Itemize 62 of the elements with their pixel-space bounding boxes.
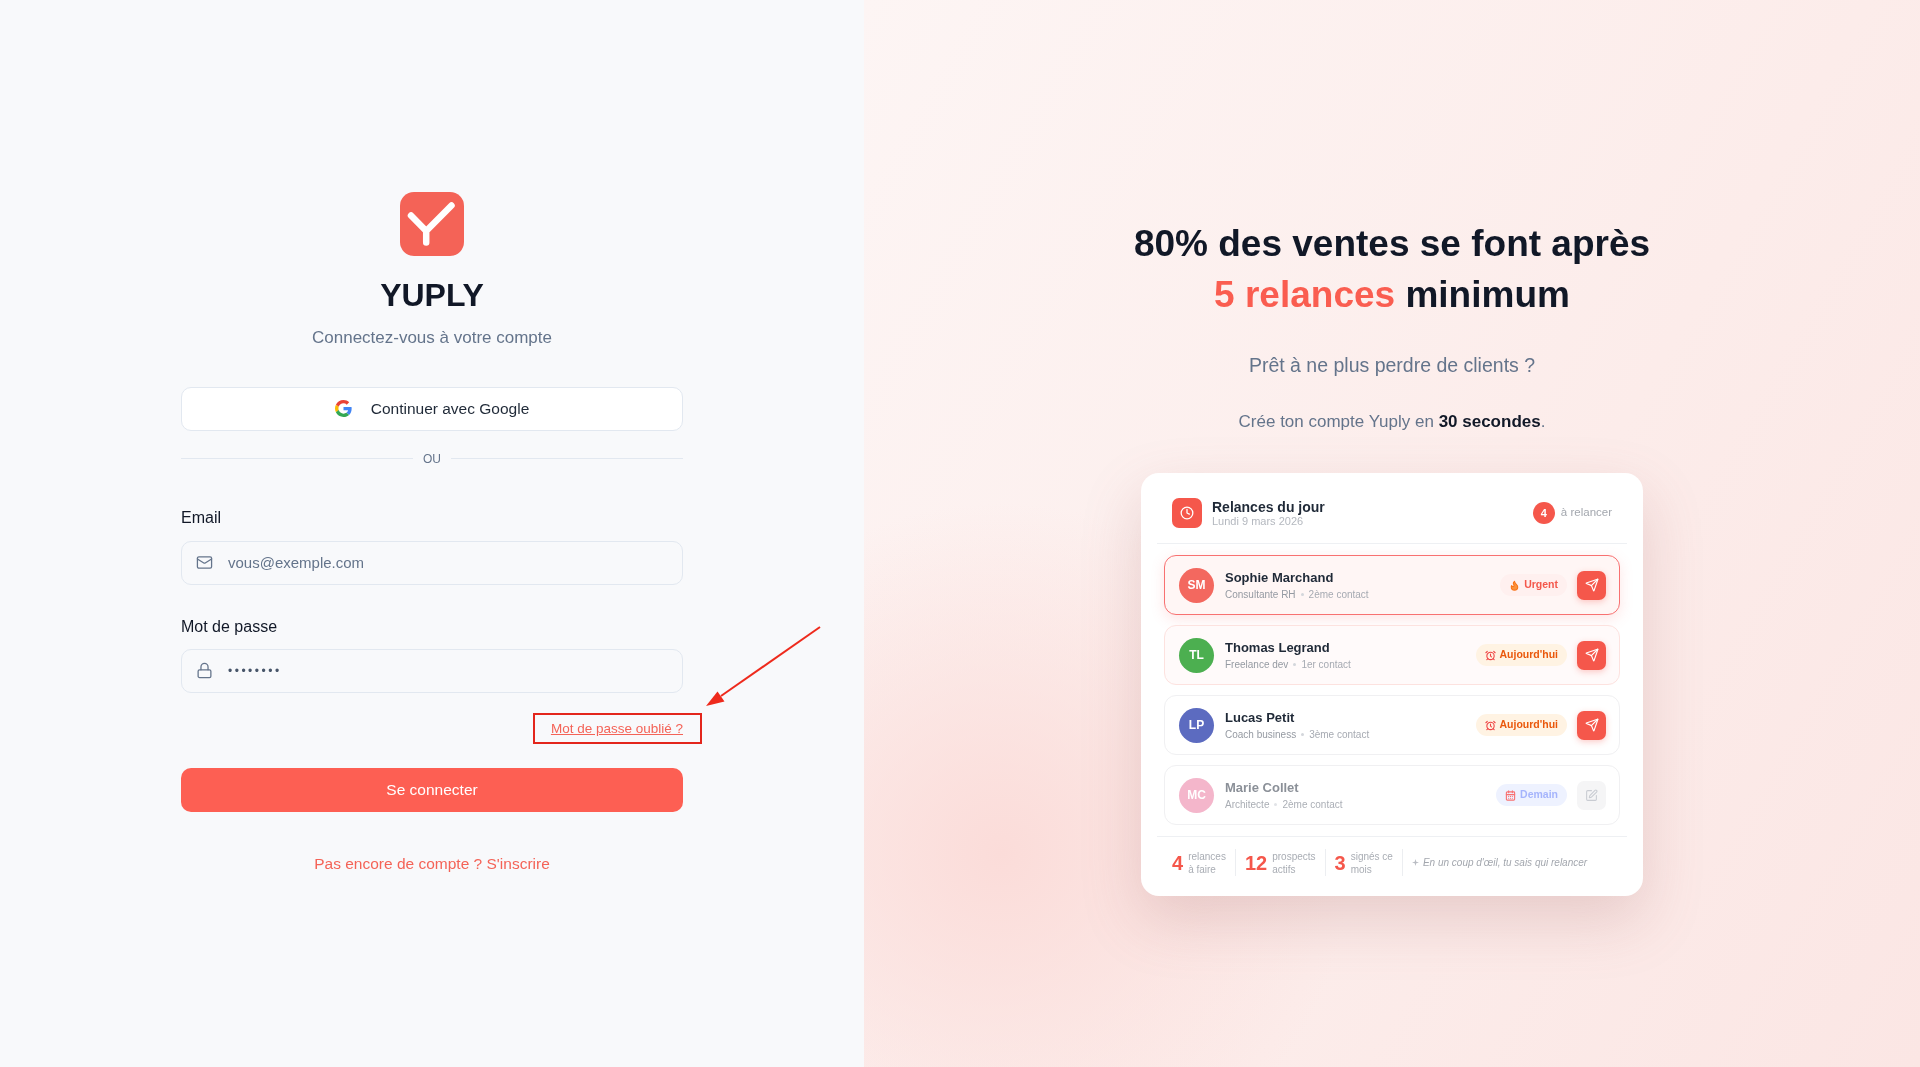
contact-role: Coach business bbox=[1225, 727, 1297, 741]
contact-step: 3ème contact bbox=[1309, 727, 1370, 741]
tag-label: Demain bbox=[1520, 787, 1558, 803]
avatar: TL bbox=[1179, 637, 1214, 673]
send-button[interactable] bbox=[1577, 710, 1606, 740]
count-badge: 4 bbox=[1532, 502, 1555, 524]
stat-value: 12 bbox=[1244, 852, 1268, 873]
contact-step: 2ème contact bbox=[1282, 797, 1343, 811]
flame-icon bbox=[1509, 579, 1521, 591]
divider-label: OU bbox=[423, 450, 441, 468]
tag-label: Aujourd'hui bbox=[1499, 647, 1558, 663]
mail-icon bbox=[196, 553, 213, 571]
avatar: MC bbox=[1179, 777, 1214, 813]
google-button[interactable]: Continuer avec Google bbox=[181, 386, 683, 431]
email-field[interactable]: vous@exemple.com bbox=[181, 540, 683, 585]
card-date: Lundi 9 mars 2026 bbox=[1212, 514, 1304, 528]
alarm-clock-icon bbox=[1484, 719, 1496, 731]
question: Prêt à ne plus perdre de clients ? bbox=[1248, 353, 1536, 378]
contact-name: Lucas Petit bbox=[1225, 709, 1296, 726]
edit-icon bbox=[1585, 788, 1598, 802]
avatar: SM bbox=[1179, 567, 1214, 603]
stat-label: signés ce mois bbox=[1350, 849, 1393, 876]
contact-step: 2ème contact bbox=[1308, 587, 1369, 601]
tagline: Crée ton compte Yuply en 30 secondes. bbox=[1238, 411, 1546, 433]
alarm-clock-icon bbox=[1484, 649, 1496, 661]
clock-icon bbox=[1172, 498, 1202, 528]
sparkle-icon bbox=[1411, 859, 1419, 866]
logo-icon bbox=[400, 191, 464, 256]
login-button[interactable]: Se connecter bbox=[181, 767, 683, 812]
contact-role: Freelance dev bbox=[1225, 657, 1289, 671]
headline: 80% des ventes se font après 5 relances minimum bbox=[1133, 222, 1651, 317]
card-note: En un coup d'œil, tu sais qui relancer bbox=[1422, 856, 1588, 870]
send-icon bbox=[1584, 578, 1599, 592]
send-icon bbox=[1584, 718, 1599, 732]
lock-icon bbox=[196, 661, 213, 679]
email-label: Email bbox=[181, 507, 222, 528]
avatar: LP bbox=[1179, 707, 1214, 743]
password-label: Mot de passe bbox=[181, 616, 279, 637]
tag-label: Urgent bbox=[1524, 577, 1558, 593]
forgot-password-link[interactable]: Mot de passe oublié ? bbox=[550, 718, 683, 739]
stat-label: prospects actifs bbox=[1272, 849, 1316, 876]
stat-label: relances à faire bbox=[1188, 849, 1226, 876]
stat-value: 3 bbox=[1334, 852, 1346, 873]
contact-role: Consultante RH bbox=[1225, 587, 1296, 601]
stat-value: 4 bbox=[1172, 852, 1184, 873]
contact-step: 1er contact bbox=[1301, 657, 1351, 671]
g-logo-icon bbox=[334, 400, 352, 417]
count-label: à relancer bbox=[1560, 505, 1612, 521]
subtitle: Connectez-vous à votre compte bbox=[311, 326, 553, 349]
card-title: Relances du jour bbox=[1212, 498, 1326, 515]
tag-label: Aujourd'hui bbox=[1499, 717, 1558, 733]
contact-name: Sophie Marchand bbox=[1225, 569, 1335, 586]
contact-role: Architecte bbox=[1225, 797, 1270, 811]
calendar-icon bbox=[1505, 789, 1517, 801]
send-button[interactable] bbox=[1577, 570, 1606, 600]
contact-name: Marie Collet bbox=[1225, 779, 1300, 796]
brand-name: YUPLY bbox=[379, 275, 485, 315]
contact-name: Thomas Legrand bbox=[1225, 639, 1331, 656]
send-icon bbox=[1584, 648, 1599, 662]
send-button[interactable] bbox=[1577, 640, 1606, 670]
password-field[interactable]: •••••••• bbox=[181, 648, 683, 693]
signup-link[interactable]: Pas encore de compte ? S'inscrire bbox=[314, 851, 550, 876]
